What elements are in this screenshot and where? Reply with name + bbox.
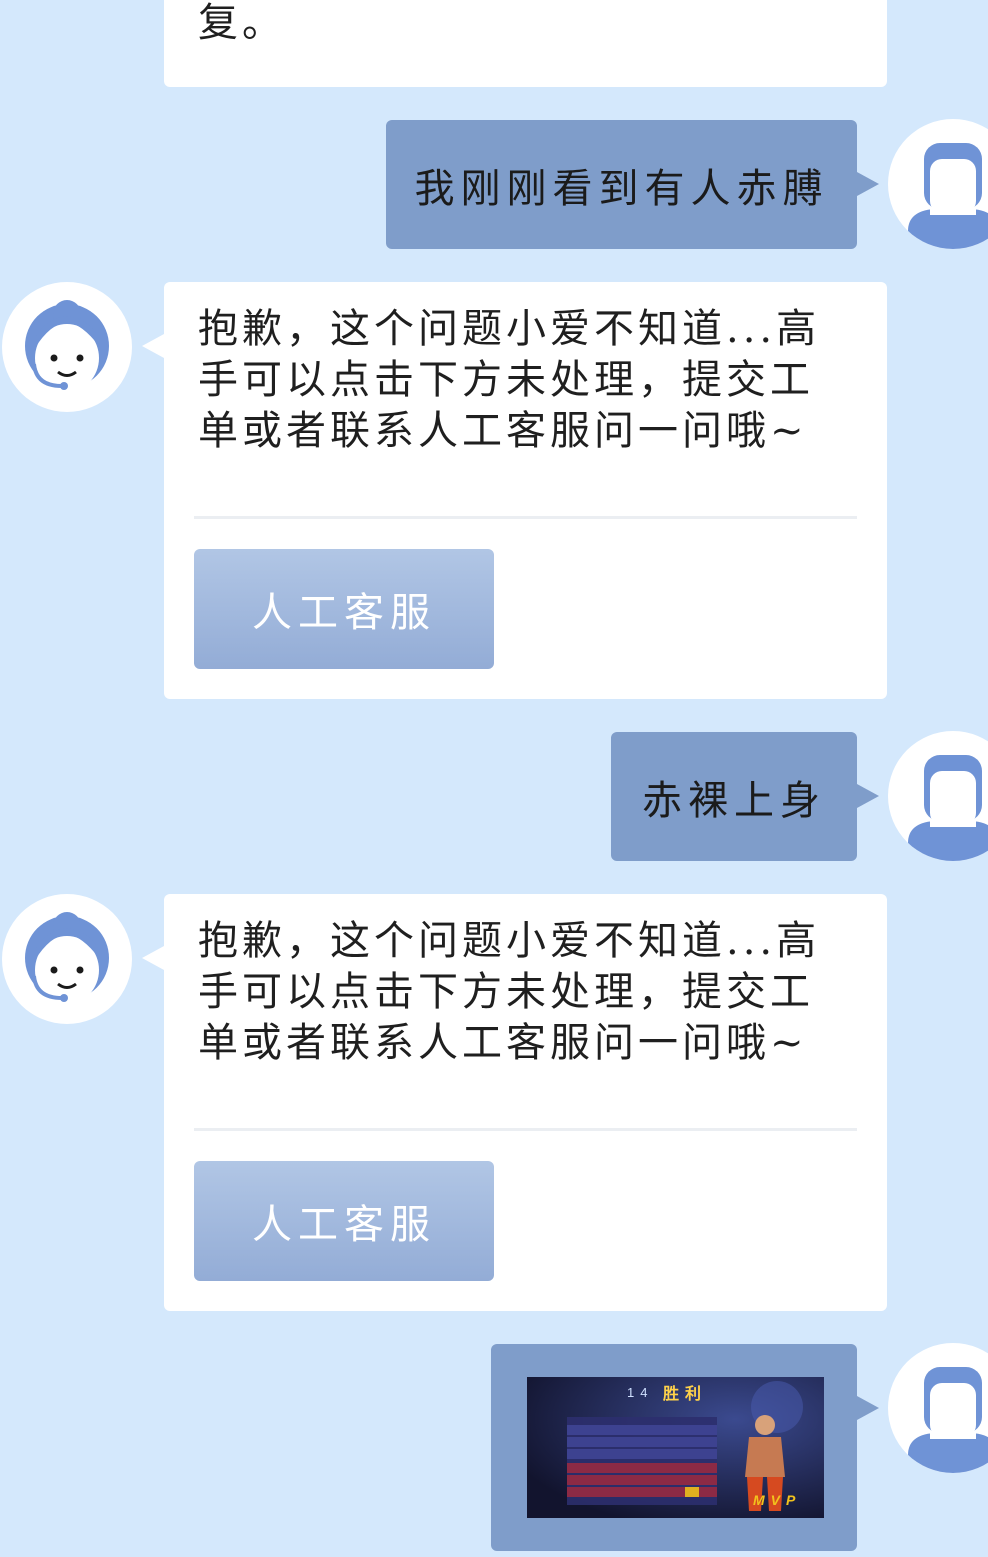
- bubble-tail: [857, 784, 879, 808]
- bubble-tail: [142, 334, 164, 358]
- user-message: 赤裸上身: [611, 732, 879, 861]
- user-avatar-icon[interactable]: [888, 1343, 988, 1473]
- bot-avatar-icon: [2, 282, 132, 412]
- bot-message-text: 复。: [198, 0, 286, 46]
- game-screenshot-image[interactable]: 14 胜利 MVP: [527, 1377, 824, 1518]
- user-message-text: 赤裸上身: [642, 777, 826, 824]
- human-service-button[interactable]: 人工客服: [194, 1161, 494, 1281]
- chat-screen: { "messages": { "top_partial": { "text":…: [0, 0, 988, 1557]
- user-image-message: 14 胜利 MVP: [491, 1344, 879, 1551]
- round-badge: 14: [627, 1385, 653, 1400]
- divider: [194, 1128, 857, 1131]
- bubble-tail: [857, 1396, 879, 1420]
- human-service-button[interactable]: 人工客服: [194, 549, 494, 669]
- divider: [194, 516, 857, 519]
- bot-message: 抱歉，这个问题小爱不知道...高手可以点击下方未处理，提交工单或者联系人工客服问…: [142, 282, 887, 699]
- bubble-tail: [857, 172, 879, 196]
- bot-message-text: 抱歉，这个问题小爱不知道...高手可以点击下方未处理，提交工单或者联系人工客服问…: [198, 306, 821, 454]
- victory-title: 胜利: [663, 1384, 707, 1403]
- scoreboard: [567, 1417, 717, 1505]
- bot-message-partial: 复。: [164, 0, 887, 87]
- bot-message-text: 抱歉，这个问题小爱不知道...高手可以点击下方未处理，提交工单或者联系人工客服问…: [198, 918, 821, 1066]
- user-message-text: 我刚刚看到有人赤膊: [414, 165, 829, 212]
- mvp-label: MVP: [753, 1492, 801, 1508]
- bot-message: 抱歉，这个问题小爱不知道...高手可以点击下方未处理，提交工单或者联系人工客服问…: [142, 894, 887, 1311]
- bot-avatar-icon: [2, 894, 132, 1024]
- user-avatar-icon[interactable]: [888, 119, 988, 249]
- bubble-tail: [142, 946, 164, 970]
- user-avatar-icon[interactable]: [888, 731, 988, 861]
- user-message: 我刚刚看到有人赤膊: [386, 120, 879, 249]
